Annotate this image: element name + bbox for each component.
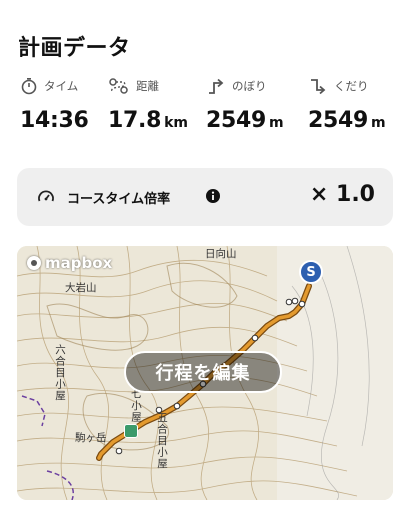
ascent-arrow-icon	[206, 77, 226, 95]
stat-descent: くだり 2549 m	[308, 74, 408, 133]
mapbox-logo-icon	[27, 256, 41, 270]
descent-arrow-icon	[308, 77, 328, 95]
page-title: 計画データ	[18, 36, 131, 61]
map-label-gogome: 五合目小屋	[156, 412, 168, 470]
route-distance-icon	[108, 77, 130, 95]
stat-value-descent: 2549 m	[308, 108, 386, 133]
map-label-ko: 小屋	[130, 400, 142, 423]
map-label-hinata: 日向山	[205, 248, 237, 260]
hut-icon	[124, 424, 138, 438]
info-icon[interactable]	[205, 188, 221, 208]
stat-ascent: のぼり 2549 m	[206, 74, 306, 133]
stat-value-time: 14:36	[20, 108, 89, 133]
stopwatch-icon	[20, 77, 38, 95]
map-label-oiwa: 大岩山	[65, 282, 97, 294]
map-label-rokugome: 六合目小屋	[54, 344, 66, 402]
stat-label-ascent: のぼり	[232, 79, 267, 93]
stats-row: タイム 14:36 距離 17.8 km のぼり 2549 m くだり 2549…	[0, 74, 410, 144]
stat-label-time: タイム	[44, 79, 79, 93]
start-marker-icon[interactable]: S	[299, 260, 323, 284]
stat-label-descent: くだり	[334, 79, 369, 93]
speedometer-icon	[37, 188, 55, 210]
stat-value-ascent: 2549 m	[206, 108, 284, 133]
map-label-komagatake: 駒ヶ岳	[75, 432, 107, 444]
stat-label-distance: 距離	[136, 79, 159, 93]
route-map[interactable]: mapbox 日向山 大岩山 六合目小屋 五合目小屋 駒ヶ岳 七 小屋 S 行程…	[17, 246, 393, 500]
stat-value-distance: 17.8 km	[108, 108, 188, 133]
edit-itinerary-button[interactable]: 行程を編集	[124, 351, 282, 393]
course-time-multiplier-value: × 1.0	[309, 182, 375, 207]
mapbox-attribution: mapbox	[27, 254, 112, 272]
stat-distance: 距離 17.8 km	[108, 74, 208, 133]
stat-time: タイム 14:36	[20, 74, 120, 133]
course-time-label: コースタイム倍率	[67, 192, 171, 207]
course-time-multiplier-row[interactable]: コースタイム倍率 × 1.0	[17, 168, 393, 226]
